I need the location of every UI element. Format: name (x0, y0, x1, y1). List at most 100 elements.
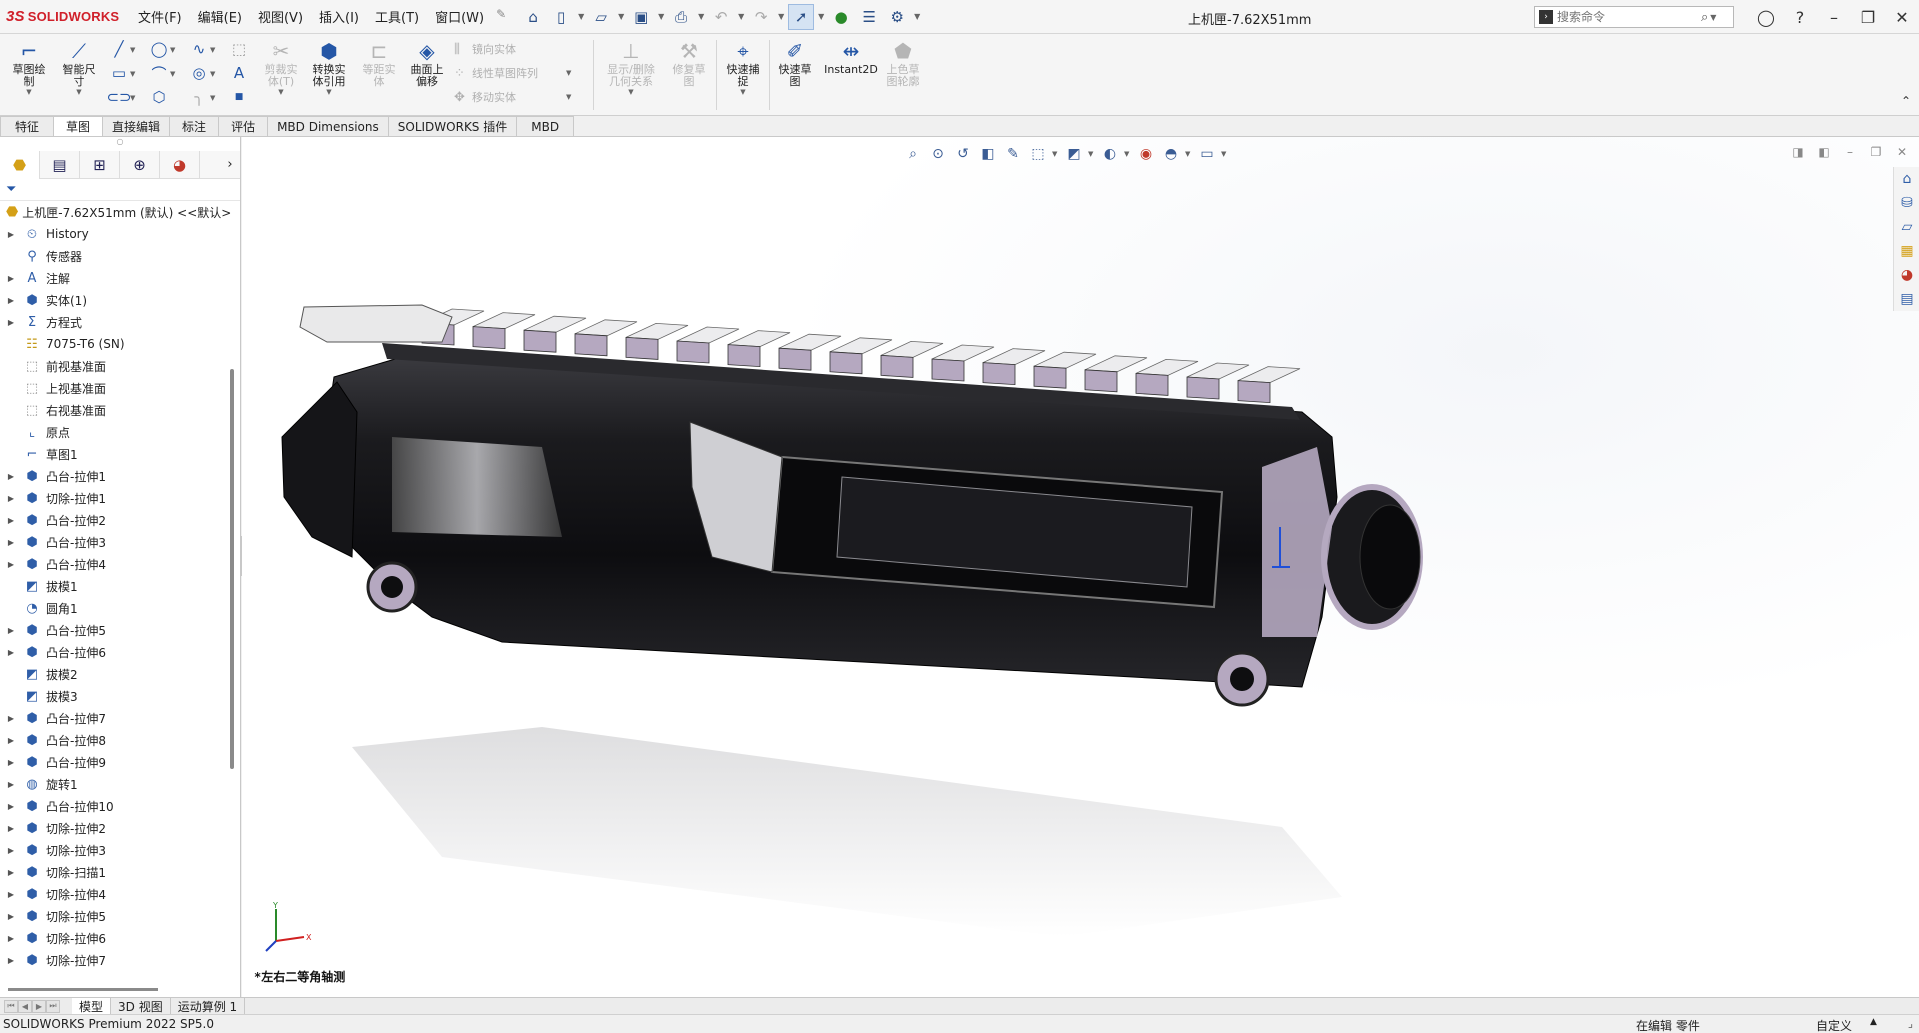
traffic-light-icon[interactable]: ● (828, 4, 854, 30)
expand-arrow-icon[interactable]: ▶ (0, 648, 16, 657)
tree-node[interactable]: ▶ ⬢ 切除-拉伸2 (0, 817, 240, 839)
next-tab-icon[interactable]: ▶ (32, 999, 46, 1013)
mirror-entities-button[interactable]: ⫼ 镜向实体 (454, 38, 516, 60)
last-tab-icon[interactable]: ⏭ (46, 999, 60, 1013)
save-dropdown-icon[interactable]: ▼ (656, 12, 666, 21)
part-root-node[interactable]: ⬣ 上机匣-7.62X51mm (默认) <<默认> (0, 201, 240, 223)
snap-dropdown-icon[interactable]: ▼ (740, 88, 745, 96)
tree-node[interactable]: ▶ ⬢ 切除-拉伸1 (0, 487, 240, 509)
undo-icon[interactable]: ↶ (708, 4, 734, 30)
configuration-manager-tab-icon[interactable]: ⊞ (80, 150, 120, 179)
search-icon[interactable]: ⌕ (1701, 10, 1708, 25)
arc-dropdown-icon[interactable]: ▼ (170, 70, 175, 78)
tree-node[interactable]: ⌞ 原点 (0, 421, 240, 443)
repair-sketch-button[interactable]: ⚒ 修复草 图 (664, 38, 714, 104)
move-dropdown-icon[interactable]: ▼ (566, 93, 571, 101)
rectangle-icon[interactable]: ▭ (110, 64, 128, 82)
convert-entities-button[interactable]: ⬢ 转换实 体引用 ▼ (304, 38, 354, 104)
construction-icon[interactable]: ⬚ (230, 40, 248, 58)
tree-node[interactable]: ▶ ⬢ 凸台-拉伸3 (0, 531, 240, 553)
home-icon[interactable]: ⌂ (520, 4, 546, 30)
tree-node[interactable]: ◩ 拔模2 (0, 663, 240, 685)
expand-arrow-icon[interactable]: ▶ (0, 538, 16, 547)
part-model[interactable] (242, 137, 1919, 997)
expand-arrow-icon[interactable]: ▶ (0, 934, 16, 943)
print-dropdown-icon[interactable]: ▼ (696, 12, 706, 21)
user-account-icon[interactable]: ◯ (1749, 0, 1783, 34)
arc-icon[interactable]: ⌒ (150, 64, 168, 83)
tree-node[interactable]: ◔ 圆角1 (0, 597, 240, 619)
dimension-dropdown-icon[interactable]: ▼ (76, 88, 81, 96)
search-command-box[interactable]: › ⌕ ▼ (1534, 6, 1734, 28)
tree-node[interactable]: ⬚ 前视基准面 (0, 355, 240, 377)
convert-dropdown-icon[interactable]: ▼ (326, 88, 331, 96)
tab-mbd[interactable]: MBD (517, 116, 575, 137)
redo-icon[interactable]: ↷ (748, 4, 774, 30)
expand-arrow-icon[interactable]: ▶ (0, 560, 16, 569)
open-folder-icon[interactable]: ▱ (588, 4, 614, 30)
tree-node[interactable]: ◩ 拔模3 (0, 685, 240, 707)
tree-node[interactable]: ▶ ⬢ 凸台-拉伸6 (0, 641, 240, 663)
ellipse-dropdown-icon[interactable]: ▼ (210, 70, 215, 78)
tree-node[interactable]: ▶ ⬢ 切除-拉伸7 (0, 949, 240, 971)
expand-arrow-icon[interactable]: ▶ (0, 846, 16, 855)
tree-node[interactable]: ☷ 7075-T6 (SN) (0, 333, 240, 355)
ellipse-icon[interactable]: ◎ (190, 64, 208, 82)
tab-features[interactable]: 特征 (0, 116, 55, 137)
select-dropdown-icon[interactable]: ▼ (816, 12, 826, 21)
expand-arrow-icon[interactable]: ▶ (0, 736, 16, 745)
shaded-sketch-contours-button[interactable]: ⬟ 上色草 图轮廓 (878, 38, 928, 104)
property-manager-tab-icon[interactable]: ▤ (40, 150, 80, 179)
file-properties-icon[interactable]: ☰ (856, 4, 882, 30)
dimxpert-manager-tab-icon[interactable]: ⊕ (120, 150, 160, 179)
print-icon[interactable]: ⎙ (668, 4, 694, 30)
expand-arrow-icon[interactable]: ▶ (0, 780, 16, 789)
tab-model[interactable]: 模型 (72, 997, 112, 1015)
tree-node[interactable]: ⚲ 传感器 (0, 245, 240, 267)
tab-evaluate[interactable]: 评估 (219, 116, 269, 137)
tree-node[interactable]: ▶ ⬢ 凸台-拉伸5 (0, 619, 240, 641)
sketch-button[interactable]: ⌐ 草图绘 制 ▼ (4, 38, 54, 104)
pin-menu-icon[interactable]: ✎ (496, 7, 506, 26)
expand-arrow-icon[interactable]: ▶ (0, 824, 16, 833)
tree-node[interactable]: ⬚ 右视基准面 (0, 399, 240, 421)
tree-node[interactable]: ▶ ⬢ 凸台-拉伸1 (0, 465, 240, 487)
feature-manager-tab-icon[interactable]: ⬣ (0, 150, 40, 179)
panel-handle[interactable]: ○ (0, 137, 240, 151)
expand-arrow-icon[interactable]: ▶ (0, 758, 16, 767)
smart-dimension-button[interactable]: ⟋ 智能尺 寸 ▼ (54, 38, 104, 104)
menu-window[interactable]: 窗口(W) (427, 7, 492, 26)
first-tab-icon[interactable]: ⏮ (4, 999, 18, 1013)
menu-edit[interactable]: 编辑(E) (190, 7, 250, 26)
trim-dropdown-icon[interactable]: ▼ (278, 88, 283, 96)
tree-node[interactable]: ▶ ⬢ 凸台-拉伸10 (0, 795, 240, 817)
tab-motion-study-1[interactable]: 运动算例 1 (171, 997, 246, 1015)
tab-direct-editing[interactable]: 直接编辑 (103, 116, 171, 137)
tab-3d-views[interactable]: 3D 视图 (111, 997, 171, 1015)
polygon-icon[interactable]: ⬡ (150, 88, 168, 106)
slot-dropdown-icon[interactable]: ▼ (130, 94, 135, 102)
rectangle-dropdown-icon[interactable]: ▼ (130, 70, 135, 78)
expand-arrow-icon[interactable]: ▶ (0, 230, 16, 239)
instant2d-button[interactable]: ⇹ Instant2D (820, 38, 882, 104)
tree-node[interactable]: ▶ ⬢ 切除-拉伸3 (0, 839, 240, 861)
expand-arrow-icon[interactable]: ▶ (0, 274, 16, 283)
more-tabs-chevron-icon[interactable]: › (220, 157, 240, 172)
tree-vertical-scrollbar[interactable] (230, 369, 234, 769)
tree-node[interactable]: ▶ ⬢ 凸台-拉伸8 (0, 729, 240, 751)
menu-file[interactable]: 文件(F) (130, 7, 190, 26)
collapse-ribbon-icon[interactable]: ⌃ (1901, 94, 1911, 108)
fillet-sketch-dropdown-icon[interactable]: ▼ (210, 94, 215, 102)
pattern-dropdown-icon[interactable]: ▼ (566, 69, 571, 77)
expand-arrow-icon[interactable]: ▶ (0, 626, 16, 635)
tree-node[interactable]: ▶ ⬢ 切除-拉伸4 (0, 883, 240, 905)
minimize-button[interactable]: – (1817, 0, 1851, 34)
graphics-area[interactable]: ⌕ ⊙ ↺ ◧ ✎ ⬚ ▼ ◩ ▼ ◐ ▼ ◉ ◓ ▼ ▭ ▼ ◨ ◧ – ❐ ✕ ⌂ ⛁… (242, 137, 1919, 997)
tab-solidworks-addins[interactable]: SOLIDWORKS 插件 (388, 116, 518, 137)
spline-icon[interactable]: ∿ (190, 40, 208, 58)
expand-arrow-icon[interactable]: ▶ (0, 714, 16, 723)
options-dropdown-icon[interactable]: ▼ (912, 12, 922, 21)
help-icon[interactable]: ? (1783, 0, 1817, 34)
tree-node[interactable]: ▶ ⬢ 凸台-拉伸2 (0, 509, 240, 531)
tree-node[interactable]: ⬚ 上视基准面 (0, 377, 240, 399)
